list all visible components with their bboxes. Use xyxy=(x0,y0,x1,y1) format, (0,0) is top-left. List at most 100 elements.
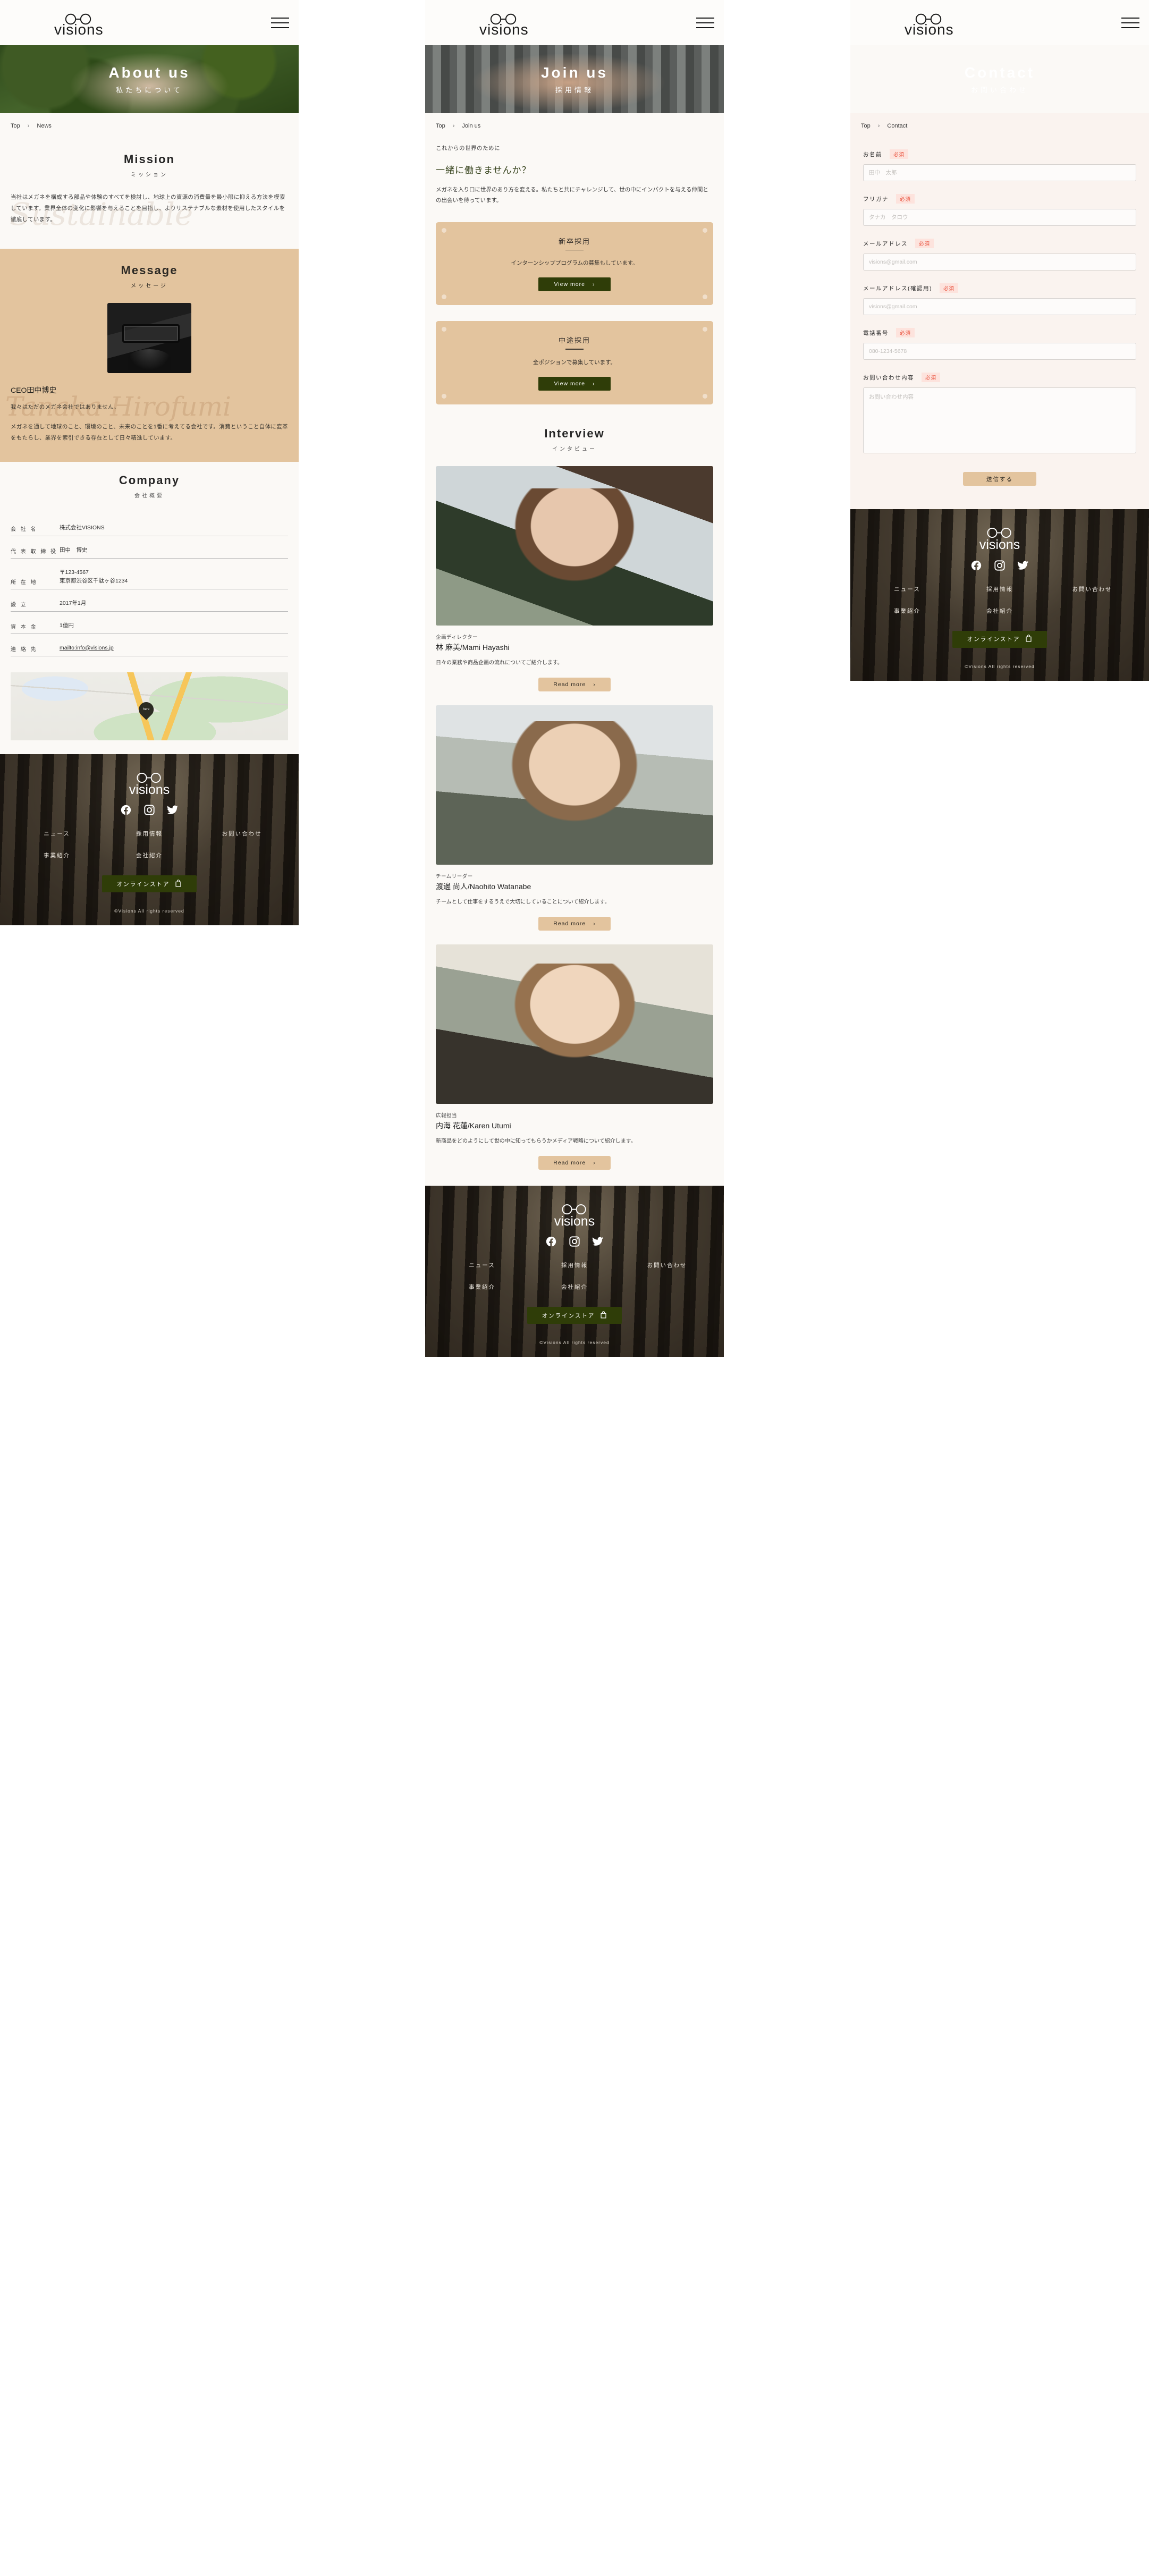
online-store-button[interactable]: オンラインストア xyxy=(102,875,197,893)
footer-nav-item[interactable]: 採用情報 xyxy=(103,830,196,838)
table-row: 資 本 金 1億円 xyxy=(11,612,288,634)
breadcrumb-home[interactable]: Top xyxy=(861,123,871,129)
breadcrumb-home[interactable]: Top xyxy=(436,123,445,129)
footer-nav: ニュース 採用情報 お問い合わせ 事業紹介 会社紹介 xyxy=(436,1261,713,1291)
phone-field[interactable] xyxy=(863,343,1136,360)
brand-logo[interactable]: visions xyxy=(54,13,104,37)
ceo-portrait xyxy=(107,303,191,373)
screw-icon xyxy=(703,294,707,300)
read-more-button[interactable]: Read more › xyxy=(538,1155,611,1170)
footer-nav-item[interactable]: 事業紹介 xyxy=(11,851,103,859)
view-more-button[interactable]: View more › xyxy=(538,376,611,391)
office-location-map[interactable]: here xyxy=(11,672,288,740)
email-confirm-field[interactable] xyxy=(863,298,1136,315)
table-row: 代 表 取 締 役 田中 博史 xyxy=(11,536,288,559)
footer-nav-item[interactable]: 事業紹介 xyxy=(861,607,953,615)
brand-logo[interactable]: visions xyxy=(905,13,954,37)
row-value: 〒123-4567 東京都渋谷区千駄ヶ谷1234 xyxy=(60,569,128,585)
instagram-icon[interactable] xyxy=(143,804,155,816)
facebook-icon[interactable] xyxy=(120,804,132,816)
chevron-right-icon: › xyxy=(593,1159,596,1166)
breadcrumb-current: Contact xyxy=(887,123,908,129)
footer-nav-item[interactable]: ニュース xyxy=(861,585,953,593)
site-footer: visions ニュース 採用情報 お問い合わせ 事業紹介 会社紹介 オンライン… xyxy=(850,509,1149,681)
footer-nav: ニュース 採用情報 お問い合わせ 事業紹介 会社紹介 xyxy=(861,585,1138,615)
interview-title: Interview xyxy=(544,426,605,440)
interview-name: 林 麻美/Mami Hayashi xyxy=(436,643,510,652)
facebook-icon[interactable] xyxy=(970,560,982,571)
view-more-label: View more xyxy=(554,380,585,387)
interview-subtitle: インタビュー xyxy=(552,446,597,452)
email-field[interactable] xyxy=(863,254,1136,271)
field-email-confirm: メールアドレス(確認用) 必須 xyxy=(863,283,1136,315)
footer-nav-item[interactable]: 事業紹介 xyxy=(436,1283,528,1291)
contact-hero: Contact お問い合わせ xyxy=(850,45,1149,113)
hamburger-menu-icon[interactable] xyxy=(1121,17,1139,28)
facebook-icon[interactable] xyxy=(545,1236,557,1247)
twitter-icon[interactable] xyxy=(167,804,179,816)
message-textarea[interactable] xyxy=(863,387,1136,453)
recruit-card-new-grad[interactable]: 新卒採用 インターンシッププログラムの募集もしています。 View more › xyxy=(436,222,713,306)
interview-desc: 新商品をどのようにして世の中に知ってもらうかメディア戦略について紹介します。 xyxy=(436,1138,636,1144)
footer-brand-logo[interactable]: visions xyxy=(11,772,288,796)
row-label: 設 立 xyxy=(11,602,28,608)
brand-name: visions xyxy=(479,21,529,38)
join-heading: 一緒に働きませんか？ xyxy=(436,165,531,175)
submit-button[interactable]: 送信する xyxy=(963,472,1036,486)
footer-nav-item[interactable]: お問い合わせ xyxy=(1046,585,1138,593)
footer-nav-item[interactable]: ニュース xyxy=(436,1261,528,1269)
name-field[interactable] xyxy=(863,164,1136,181)
instagram-icon[interactable] xyxy=(994,560,1006,571)
company-section: Company 会社概要 会 社 名 株式会社VISIONS 代 表 取 締 役… xyxy=(0,462,299,754)
footer-nav-item[interactable]: ニュース xyxy=(11,830,103,838)
instagram-icon[interactable] xyxy=(569,1236,580,1247)
footer-brand-logo[interactable]: visions xyxy=(436,1204,713,1228)
footer-brand-name: visions xyxy=(554,1213,595,1229)
field-email: メールアドレス 必須 xyxy=(863,239,1136,271)
footer-nav-item[interactable]: 採用情報 xyxy=(953,585,1046,593)
screw-icon xyxy=(703,393,707,399)
twitter-icon[interactable] xyxy=(1017,560,1029,571)
footer-nav-item[interactable]: 採用情報 xyxy=(528,1261,621,1269)
online-store-button[interactable]: オンラインストア xyxy=(527,1307,622,1324)
social-links xyxy=(436,1236,713,1247)
mission-title: Mission xyxy=(124,153,175,166)
read-more-button[interactable]: Read more › xyxy=(538,916,611,931)
message-body: メガネを通して地球のこと、環境のこと、未来のことを1番に考えてる会社です。消費と… xyxy=(11,424,288,441)
brand-logo[interactable]: visions xyxy=(479,13,529,38)
view-more-button[interactable]: View more › xyxy=(538,277,611,292)
online-store-label: オンラインストア xyxy=(967,636,1020,643)
footer-brand-logo[interactable]: visions xyxy=(861,527,1138,551)
breadcrumb: Top › Join us xyxy=(425,113,724,141)
footer-nav-item[interactable] xyxy=(1046,607,1138,615)
recruit-card-desc: 全ポジションで募集しています。 xyxy=(533,359,616,366)
footer-nav-item[interactable]: 会社紹介 xyxy=(528,1283,621,1291)
online-store-button[interactable]: オンラインストア xyxy=(952,630,1047,648)
twitter-icon[interactable] xyxy=(592,1236,604,1247)
chevron-right-icon: › xyxy=(27,123,30,129)
footer-brand-name: visions xyxy=(979,537,1020,552)
page-subtitle: お問い合わせ xyxy=(970,86,1028,94)
table-row: 設 立 2017年1月 xyxy=(11,589,288,612)
site-footer: visions ニュース 採用情報 お問い合わせ 事業紹介 会社紹介 オンライン… xyxy=(0,754,299,926)
breadcrumb-current: News xyxy=(37,123,52,129)
map-pin-label: here xyxy=(143,707,150,711)
breadcrumb-home[interactable]: Top xyxy=(11,123,20,129)
field-message: お問い合わせ内容 必須 xyxy=(863,373,1136,456)
footer-nav-item[interactable]: お問い合わせ xyxy=(621,1261,713,1269)
hamburger-menu-icon[interactable] xyxy=(271,17,289,28)
contact-email-link[interactable]: mailto:info@visions.jp xyxy=(60,645,114,651)
recruit-card-mid-career[interactable]: 中途採用 全ポジションで募集しています。 View more › xyxy=(436,321,713,404)
footer-nav-item[interactable] xyxy=(621,1283,713,1291)
footer-nav-item[interactable]: お問い合わせ xyxy=(196,830,288,838)
footer-nav-item[interactable]: 会社紹介 xyxy=(103,851,196,859)
row-value: 1億円 xyxy=(60,622,74,629)
breadcrumb: Top › News xyxy=(0,113,299,141)
row-value: 株式会社VISIONS xyxy=(60,525,105,531)
field-label: フリガナ xyxy=(863,196,889,202)
read-more-button[interactable]: Read more › xyxy=(538,677,611,691)
hamburger-menu-icon[interactable] xyxy=(696,17,714,28)
footer-nav-item[interactable] xyxy=(196,851,288,859)
footer-nav-item[interactable]: 会社紹介 xyxy=(953,607,1046,615)
furigana-field[interactable] xyxy=(863,209,1136,226)
